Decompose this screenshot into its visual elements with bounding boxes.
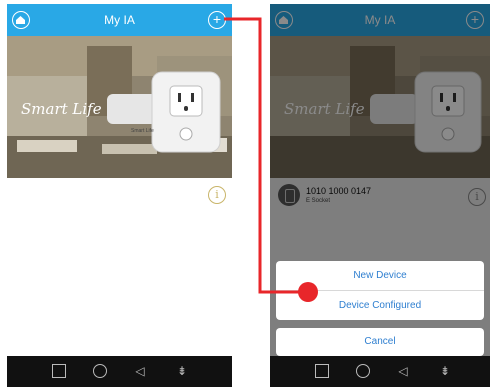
recent-apps-icon[interactable] (52, 364, 66, 378)
app-bar: My IA + (7, 4, 232, 36)
back-icon[interactable]: ◁ (133, 364, 147, 378)
smart-life-banner: Smart Life Smart Life (7, 36, 232, 178)
cancel-button[interactable]: Cancel (276, 328, 484, 356)
menu-down-icon[interactable]: ⇟ (438, 364, 452, 378)
home-nav-icon[interactable] (93, 364, 107, 378)
info-icon[interactable]: i (208, 186, 226, 204)
right-phone-screen: My IA + Smart Life 1010 1000 0147 E Sock… (270, 4, 490, 387)
device-brand-label: Smart Life (131, 128, 154, 134)
home-nav-icon[interactable] (356, 364, 370, 378)
system-nav-bar: ◁ ⇟ (7, 356, 232, 387)
banner-caption: Smart Life (21, 100, 102, 118)
back-icon[interactable]: ◁ (396, 364, 410, 378)
add-device-icon[interactable]: + (208, 11, 226, 29)
device-configured-option[interactable]: Device Configured (276, 291, 484, 320)
new-device-option[interactable]: New Device (276, 261, 484, 290)
left-phone-screen: My IA + Smart Life Smart Life i ◁ ⇟ (7, 4, 232, 387)
add-device-action-sheet: New Device Device Configured (276, 261, 484, 320)
recent-apps-icon[interactable] (315, 364, 329, 378)
system-nav-bar: ◁ ⇟ (270, 356, 490, 387)
menu-down-icon[interactable]: ⇟ (175, 364, 189, 378)
app-title: My IA (104, 13, 135, 27)
